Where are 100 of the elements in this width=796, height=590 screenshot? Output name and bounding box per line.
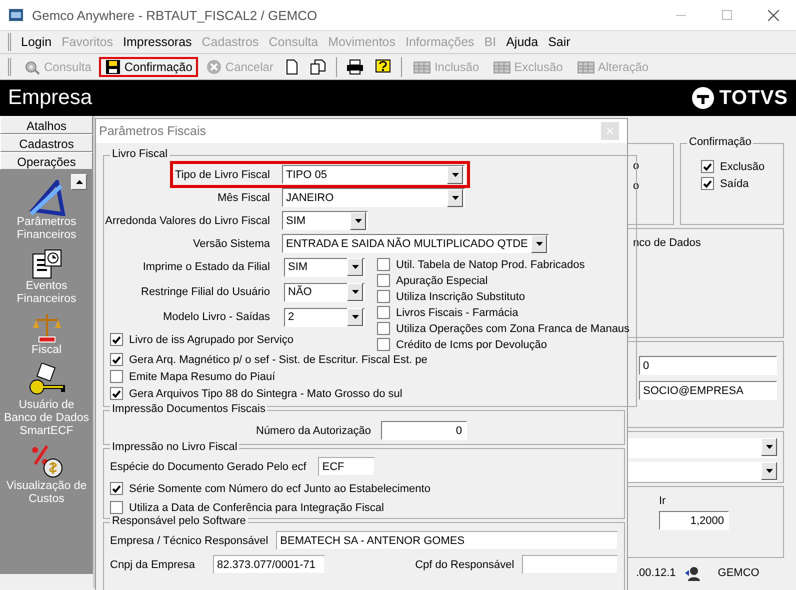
checkbox-label: Utiliza Operações com Zona Franca de Manaus — [396, 322, 630, 334]
help-icon — [374, 58, 392, 74]
menu-item[interactable]: Sair — [544, 35, 574, 49]
sidebar-tab[interactable]: Cadastros — [0, 134, 93, 152]
triangle-pen-icon — [26, 180, 66, 216]
minimize-icon — [676, 14, 686, 16]
text-field[interactable]: ECF — [318, 457, 376, 476]
checkbox-label: Série Somente com Número do ecf Junto ao Estabelecimento — [129, 482, 430, 494]
text-field[interactable]: SOCIO@EMPRESA — [639, 381, 777, 400]
grid-icon — [413, 58, 432, 74]
caret-icon — [352, 290, 358, 294]
checkbox[interactable] — [701, 160, 714, 173]
dropdown[interactable]: SIM — [282, 211, 368, 230]
dropdown[interactable]: 2 — [284, 308, 365, 326]
checkbox[interactable] — [110, 387, 123, 400]
menu-item[interactable]: Ajuda — [502, 35, 542, 49]
checkbox-label: Gera Arquivos Tipo 88 do Sintegra - Mato Grosso do sul — [129, 388, 402, 400]
close-icon — [607, 128, 613, 134]
dropdown[interactable]: ENTRADA E SAIDA NÃO MULTIPLICADO QTDE — [282, 234, 549, 253]
logo-icon — [691, 86, 716, 110]
maximize-icon — [722, 10, 732, 20]
printer-icon — [346, 58, 364, 74]
dropdown[interactable]: TIPO 05 — [282, 165, 465, 184]
text-field[interactable] — [522, 555, 618, 574]
panel-label: nco de Dados — [633, 237, 701, 249]
checkbox-label: Gera Arq. Magnético p/ o sef - Sist. de Escritur. Fiscal Est. pe — [129, 354, 428, 366]
window-title: Gemco Anywhere - RBTAUT_FISCAL2 / GEMCO — [32, 8, 318, 22]
checkbox-label: Crédito de Icms por Devolução — [396, 338, 548, 350]
dropdown[interactable]: JANEIRO — [282, 188, 465, 207]
number-field[interactable]: 0 — [380, 421, 467, 440]
checkbox[interactable] — [110, 501, 123, 514]
cancel-icon — [206, 58, 222, 74]
scroll-up-button[interactable] — [71, 174, 87, 190]
user-icon — [684, 565, 700, 581]
document-icon — [285, 58, 300, 74]
field-label: Empresa / Técnico Responsável — [110, 534, 268, 546]
field-label: Ir — [659, 495, 667, 507]
checkbox-label: Util. Tabela de Natop Prod. Fabricados — [396, 258, 585, 270]
version-text: .00.12.1 — [636, 567, 676, 579]
menu-item[interactable]: Login — [17, 35, 56, 49]
checkbox-label: Saída — [720, 178, 749, 190]
checkbox-label: Utiliza Inscrição Substituto — [396, 290, 525, 302]
field-label: Número da Autorização — [256, 424, 371, 436]
checkbox[interactable] — [377, 290, 390, 303]
caret-icon — [352, 315, 358, 319]
caret-icon — [352, 265, 358, 269]
field-label: Cnpj da Empresa — [110, 558, 196, 570]
logo-text: TOTVS — [719, 86, 788, 110]
checkbox[interactable] — [701, 177, 714, 190]
field-label: Tipo de Livro Fiscal — [175, 168, 270, 180]
checkbox[interactable] — [377, 306, 390, 319]
group-title: Responsável pelo Software — [110, 515, 248, 527]
caret-icon — [354, 218, 362, 222]
sidebar-tab[interactable]: Atalhos — [0, 116, 93, 134]
checkbox[interactable] — [377, 322, 390, 335]
up-arrow-icon — [76, 180, 82, 184]
checkbox[interactable] — [377, 274, 390, 287]
checkbox[interactable] — [377, 338, 390, 351]
menu-item[interactable]: Impressoras — [119, 35, 196, 49]
page-title: Empresa — [8, 86, 92, 110]
text-field[interactable]: 82.373.077/0001-71 — [213, 555, 325, 574]
caret-icon — [766, 445, 772, 449]
field-label: Arredonda Valores do Livro Fiscal — [105, 214, 270, 226]
close-icon — [768, 10, 778, 20]
scales-icon — [30, 312, 62, 344]
checkbox[interactable] — [110, 482, 123, 495]
field-label: Versão Sistema — [192, 238, 270, 250]
checkbox[interactable] — [377, 258, 390, 271]
group-title: Impressão no Livro Fiscal — [110, 441, 240, 453]
dropdown[interactable]: SIM — [284, 258, 365, 276]
checkbox-label: Livros Fiscais - Farmácia — [396, 306, 518, 318]
app-icon — [8, 7, 24, 23]
checkbox-label: Emite Mapa Resumo do Piauí — [129, 370, 276, 382]
group-title: Livro Fiscal — [110, 148, 170, 160]
text-field[interactable]: BEMATECH SA - ANTENOR GOMES — [276, 531, 618, 550]
group-title: Impressão Documentos Fiscais — [110, 403, 268, 415]
field-label: Modelo Livro - Saídas — [162, 311, 270, 323]
field-label: Restringe Filial do Usuário — [140, 286, 270, 298]
field-label: Imprime o Estado da Filial — [142, 261, 270, 273]
caret-icon — [766, 469, 772, 473]
checkbox[interactable] — [110, 353, 123, 366]
caret-icon — [452, 172, 458, 176]
checkbox[interactable] — [110, 370, 123, 383]
dropdown[interactable]: NÃO — [284, 282, 365, 302]
sidebar-tab[interactable]: Operações — [0, 152, 93, 170]
caret-icon — [536, 242, 542, 246]
checkbox-label: Livro de iss Agrupado por Serviço — [129, 334, 294, 346]
field-label: Mês Fiscal — [217, 192, 270, 204]
dialog-title: Parâmetros Fiscais — [99, 124, 206, 138]
number-field[interactable]: 1,2000 — [659, 511, 729, 530]
field-label: Cpf do Responsável — [415, 558, 514, 570]
checkbox-label: Exclusão — [720, 160, 765, 172]
toolbar-button[interactable]: Confirmação — [99, 56, 198, 76]
caret-icon — [452, 196, 458, 200]
checkbox[interactable] — [110, 333, 123, 346]
documents-icon — [309, 58, 328, 74]
group-title: Confirmação — [687, 136, 754, 148]
text-field[interactable]: 0 — [639, 356, 777, 375]
grid-icon — [493, 58, 512, 74]
user-name: GEMCO — [718, 567, 760, 579]
